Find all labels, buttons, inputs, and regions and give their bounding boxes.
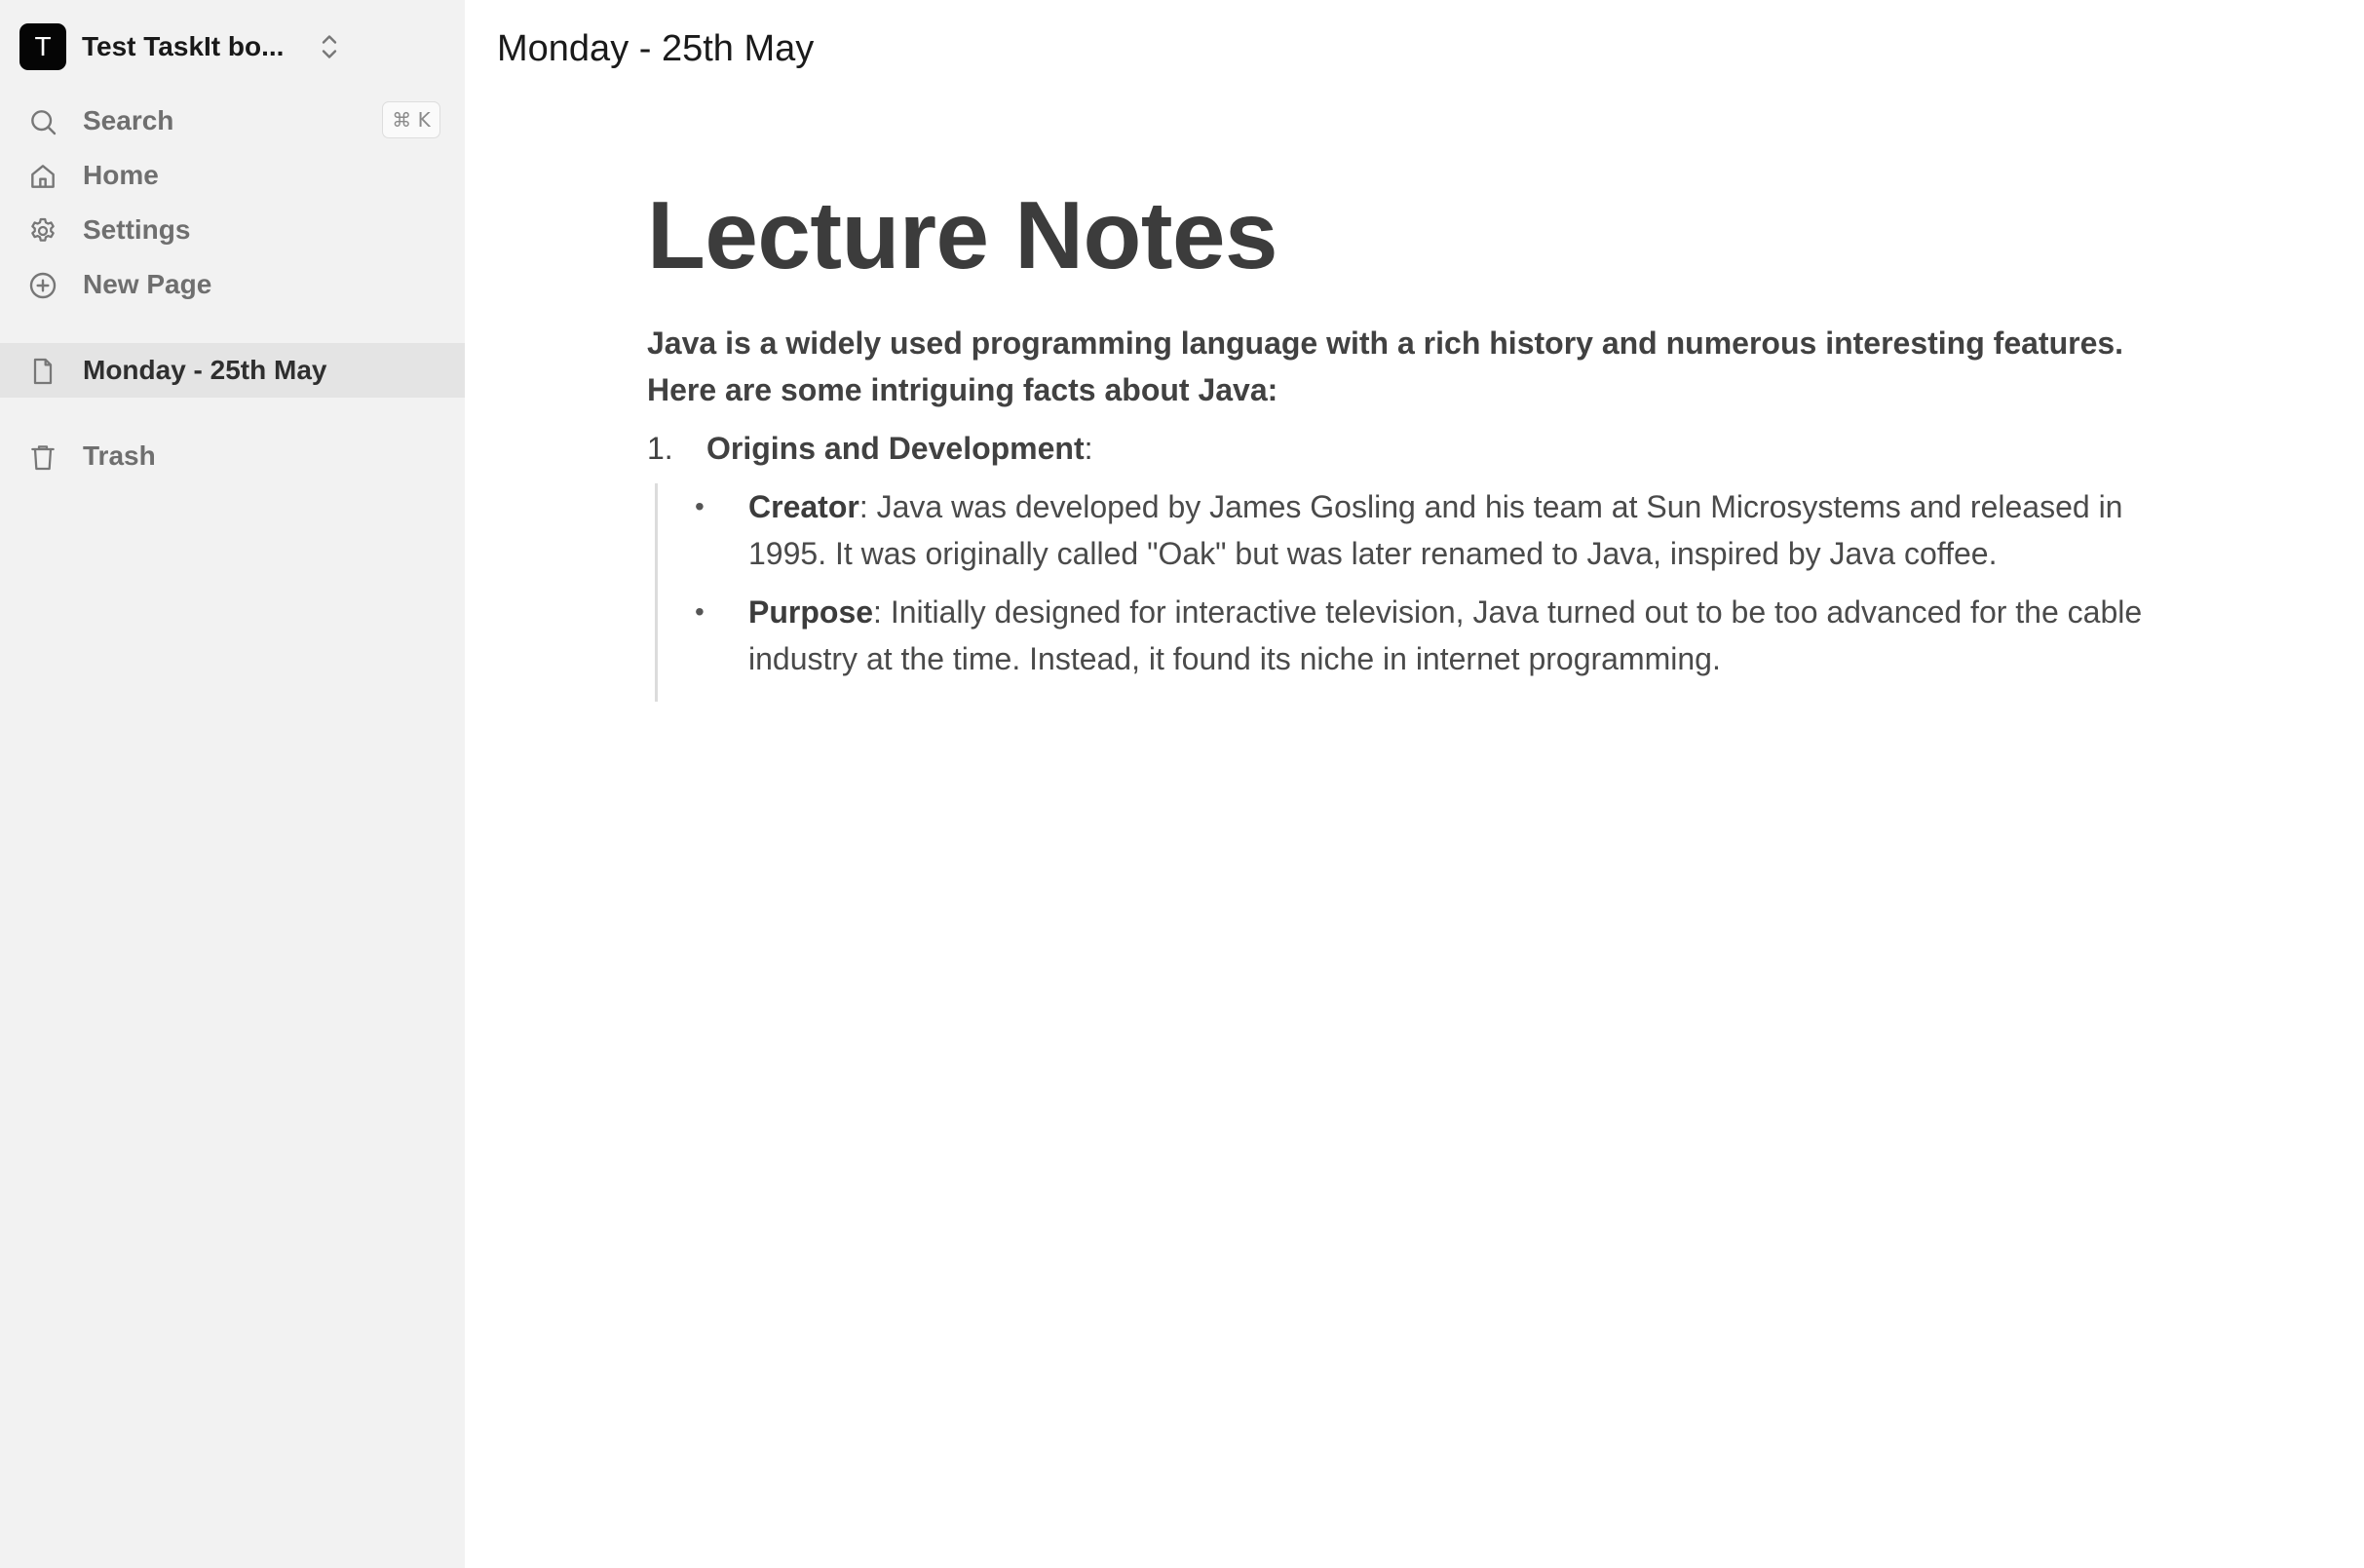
workspace-name: Test TaskIt bo...	[82, 31, 285, 61]
bullet-text: : Initially designed for interactive tel…	[748, 594, 2143, 676]
sidebar-item-label: Search	[83, 105, 174, 135]
list-item-text: Origins and Development:	[706, 425, 1093, 472]
list-item-heading: Origins and Development	[706, 431, 1085, 466]
sidebar-item-settings[interactable]: Settings	[0, 203, 465, 257]
breadcrumb-page-title[interactable]: Monday - 25th May	[497, 23, 814, 74]
workspace-avatar: T	[19, 23, 66, 70]
sidebar-item-home[interactable]: Home	[0, 148, 465, 203]
list-item-suffix: :	[1084, 431, 1093, 466]
home-icon	[31, 165, 55, 188]
keyboard-shortcut-badge: ⌘ K	[382, 101, 440, 138]
sidebar-item-label: Settings	[83, 214, 191, 245]
plus-circle-icon	[29, 272, 57, 299]
workspace-switcher[interactable]: T Test TaskIt bo...	[19, 23, 448, 70]
bulleted-sublist: • Creator: Java was developed by James G…	[655, 483, 2206, 702]
chevron-up-down-icon	[322, 35, 337, 58]
sidebar-item-label: Monday - 25th May	[83, 355, 327, 385]
sidebar-item-label: New Page	[83, 269, 212, 299]
sidebar-item-search[interactable]: Search ⌘ K	[0, 94, 465, 148]
sidebar-item-label: Home	[83, 160, 159, 190]
sidebar-item-new-page[interactable]: New Page	[0, 257, 465, 312]
document-editor[interactable]: Lecture Notes Java is a widely used prog…	[647, 172, 2206, 702]
intro-paragraph[interactable]: Java is a widely used programming langua…	[647, 320, 2206, 413]
trash-icon	[31, 445, 55, 471]
sidebar: T Test TaskIt bo... Search ⌘ K Home Sett…	[0, 0, 465, 1568]
intro-line: Java is a widely used programming langua…	[647, 325, 2124, 361]
bullet-icon: •	[695, 596, 705, 627]
bullet-term: Purpose	[748, 594, 874, 630]
search-icon	[31, 110, 57, 135]
sidebar-item-trash[interactable]: Trash	[0, 429, 465, 483]
gear-icon	[31, 217, 55, 242]
sidebar-item-label: Trash	[83, 440, 156, 471]
bullet-text: : Java was developed by James Gosling an…	[748, 489, 2123, 571]
intro-line: Here are some intriguing facts about Jav…	[647, 372, 1278, 407]
sidebar-page-item[interactable]: Monday - 25th May	[0, 343, 465, 398]
file-icon	[33, 358, 53, 385]
page-title[interactable]: Lecture Notes	[647, 172, 2206, 298]
list-number: 1.	[647, 431, 673, 466]
bullet-icon: •	[695, 491, 705, 521]
bulleted-list-item[interactable]: • Purpose: Initially designed for intera…	[658, 589, 2200, 682]
bullet-term: Creator	[748, 489, 859, 524]
numbered-list-item[interactable]: 1. Origins and Development:	[647, 425, 2206, 472]
bulleted-list-item[interactable]: • Creator: Java was developed by James G…	[658, 483, 2200, 577]
